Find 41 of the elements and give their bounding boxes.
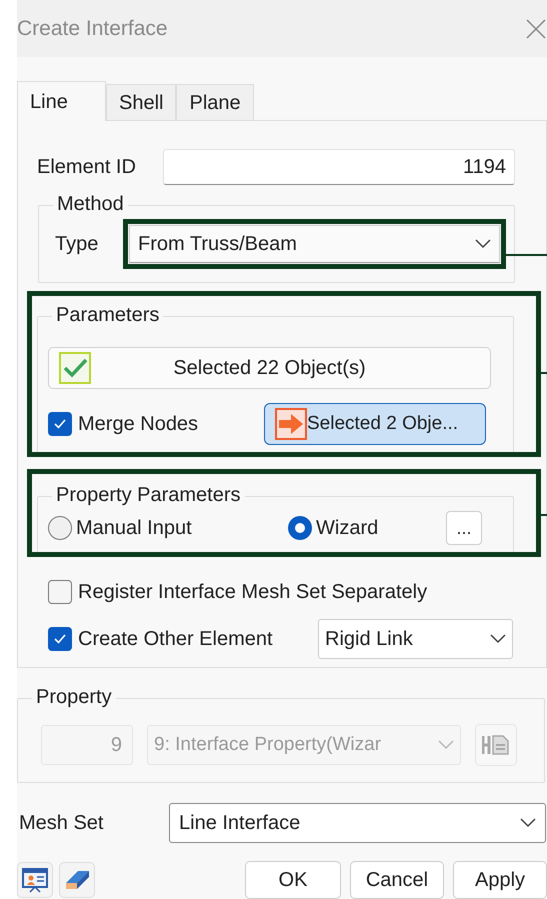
dialog-button[interactable]: Apply — [453, 861, 547, 899]
toolbar-button[interactable] — [59, 862, 95, 898]
eraser-icon — [63, 868, 91, 892]
merge-nodes-checkbox[interactable] — [48, 412, 72, 436]
field-label: Type — [55, 232, 100, 257]
chevron-down-icon — [475, 239, 491, 249]
register-mesh-set-checkbox[interactable] — [48, 580, 72, 604]
radio-button[interactable] — [48, 516, 72, 540]
check-icon — [59, 352, 91, 384]
window-title: Create Interface — [17, 16, 168, 42]
radio-label: Manual Input — [76, 516, 192, 541]
checkbox-label: Create Other Element — [78, 627, 274, 652]
dialog-button[interactable]: Cancel — [350, 861, 444, 899]
toolbar-button[interactable] — [17, 862, 53, 898]
chevron-down-icon — [438, 740, 454, 750]
checkbox-label: Merge Nodes — [78, 412, 200, 437]
tab[interactable]: Line — [17, 81, 106, 121]
chevron-down-icon — [490, 634, 506, 644]
select-nodes-button[interactable]: Selected 2 Obje... — [264, 403, 486, 445]
document-icon — [482, 734, 510, 756]
type-dropdown[interactable]: From Truss/Beam — [129, 225, 500, 263]
close-icon[interactable] — [525, 18, 547, 40]
more-button[interactable]: ... — [446, 511, 482, 545]
radio-label: Wizard — [316, 516, 378, 541]
presentation-icon — [21, 867, 49, 893]
dialog-button[interactable]: OK — [245, 861, 341, 899]
radio-button[interactable] — [288, 516, 312, 540]
element-type-dropdown[interactable]: Rigid Link — [318, 619, 513, 659]
checkbox-label: Register Interface Mesh Set Separately — [78, 580, 428, 605]
field-label: Mesh Set — [18, 811, 104, 836]
checkmark-icon — [53, 418, 67, 430]
field-label: Element ID — [37, 155, 137, 180]
tab[interactable]: Shell — [106, 84, 176, 120]
element-id-field[interactable]: 1194 — [163, 149, 515, 185]
tab[interactable]: Plane — [176, 84, 254, 120]
select-objects-button[interactable]: Selected 22 Object(s) — [48, 347, 491, 389]
create-other-checkbox[interactable] — [48, 627, 72, 651]
mesh-set-dropdown[interactable]: Line Interface — [169, 803, 546, 843]
arrow-right-icon — [275, 408, 307, 440]
checkmark-icon — [53, 633, 67, 645]
chevron-down-icon — [520, 818, 536, 828]
